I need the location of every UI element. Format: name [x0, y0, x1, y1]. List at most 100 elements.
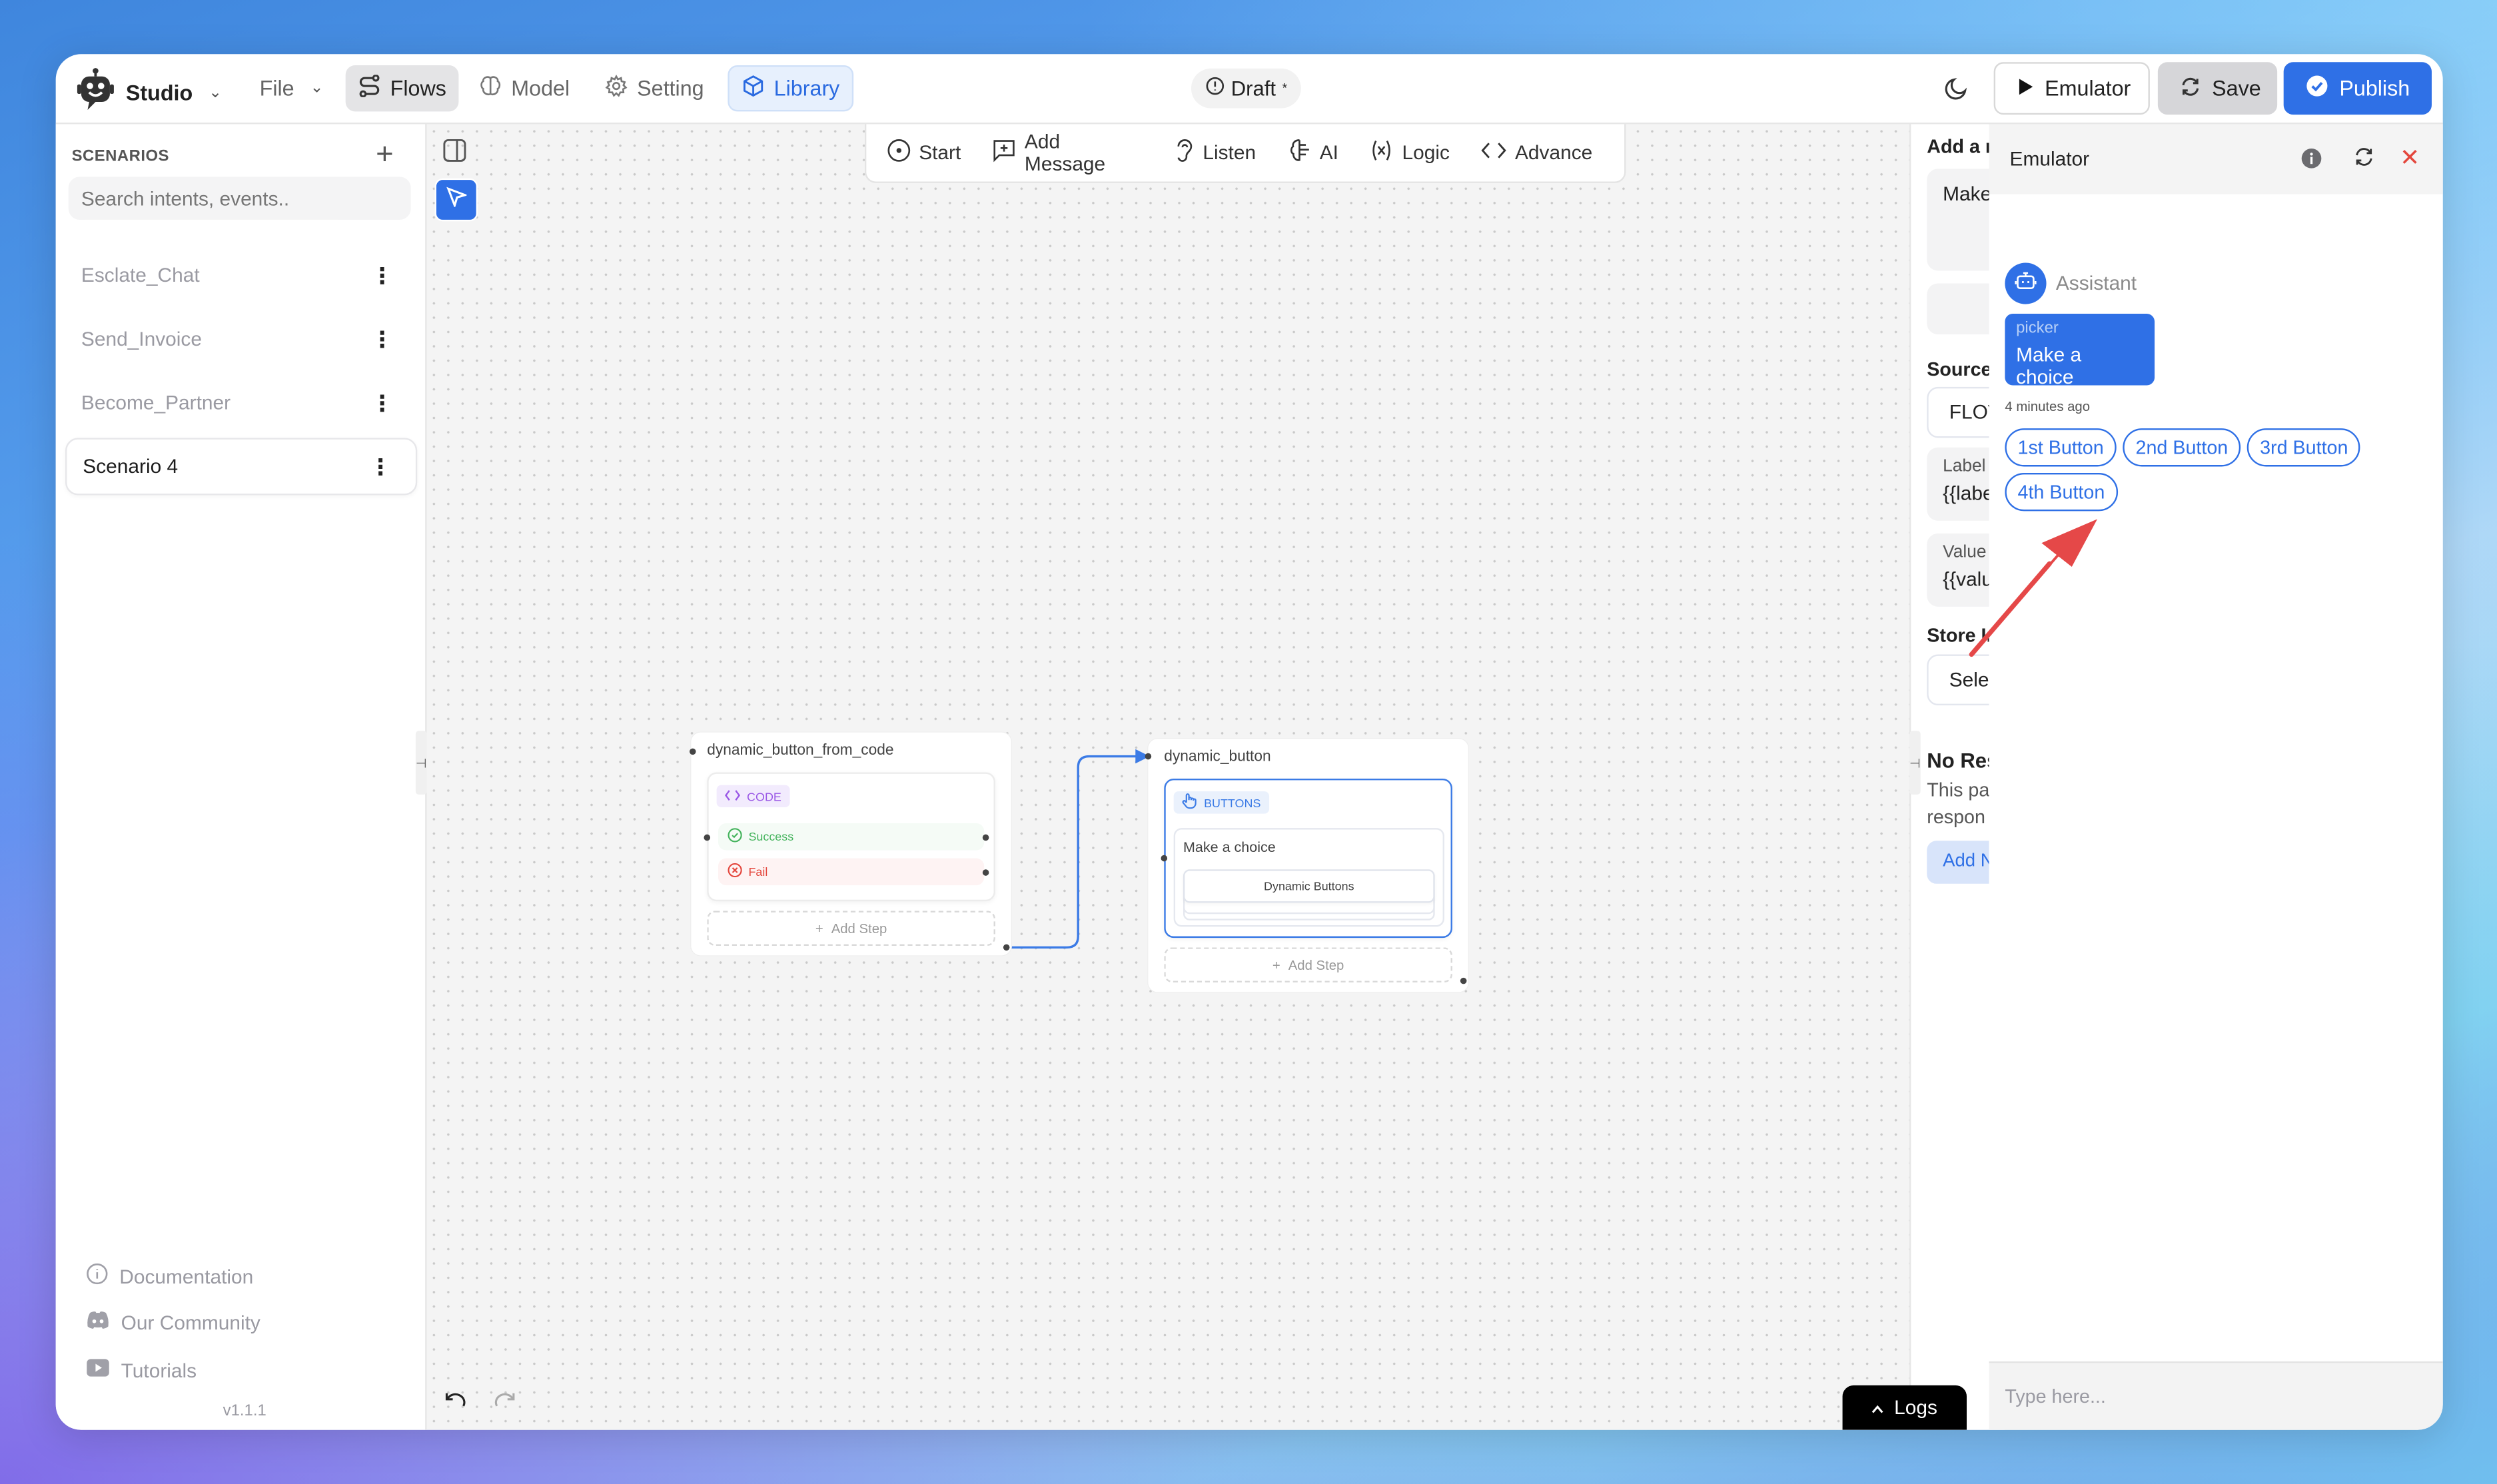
scenario-item-active[interactable]: Scenario 4 ⋮: [65, 438, 418, 496]
refresh-icon[interactable]: [2354, 147, 2374, 175]
scenario-item[interactable]: Esclate_Chat ⋮: [65, 247, 417, 304]
draft-label: Draft: [1231, 76, 1276, 101]
code-icon: [725, 789, 741, 804]
more-vertical-icon[interactable]: ⋮: [371, 328, 393, 350]
logs-toggle-button[interactable]: Logs: [1842, 1385, 1967, 1430]
chevron-down-icon: ⌄: [310, 79, 324, 97]
flow-node[interactable]: dynamic_button_from_code CODE Success Fa…: [689, 732, 1011, 956]
documentation-label: Documentation: [119, 1265, 254, 1288]
add-step-button[interactable]: + Add Step: [1164, 947, 1452, 983]
scenario-label: Become_Partner: [81, 392, 231, 414]
more-vertical-icon[interactable]: ⋮: [371, 264, 393, 286]
step-type-badge: BUTTONS: [1173, 791, 1269, 814]
node-output-port[interactable]: [1460, 977, 1467, 984]
add-scenario-icon[interactable]: +: [376, 139, 394, 174]
step-input-port[interactable]: [704, 834, 711, 841]
scenario-label: Scenario 4: [83, 455, 179, 478]
logs-label: Logs: [1894, 1396, 1937, 1419]
source-label: Source: [1927, 358, 1992, 381]
redo-icon[interactable]: [494, 1389, 516, 1417]
info-icon: [86, 1263, 108, 1290]
more-vertical-icon[interactable]: ⋮: [371, 392, 393, 414]
sidebar-resize-handle[interactable]: ⊣: [415, 731, 427, 795]
tutorials-label: Tutorials: [121, 1359, 197, 1381]
buttons-step[interactable]: BUTTONS Make a choice Dynamic Buttons: [1161, 779, 1452, 938]
choice-button[interactable]: 4th Button: [2005, 473, 2118, 512]
alert-circle-icon: [1205, 77, 1225, 101]
assistant-message-bubble: picker Make a choice: [2005, 313, 2155, 388]
dynamic-buttons-chip[interactable]: Dynamic Buttons: [1183, 869, 1435, 903]
flow-canvas[interactable]: Start Add Message Listen AI Logic Advanc…: [426, 124, 1909, 1430]
robot-icon: [2015, 268, 2037, 298]
fail-path: Fail: [718, 858, 985, 886]
add-step-button[interactable]: + Add Step: [707, 911, 995, 946]
nav-setting[interactable]: Setting: [592, 65, 717, 111]
success-path: Success: [718, 823, 985, 851]
label-field-label: Label: [1943, 457, 1986, 476]
scenario-item[interactable]: Become_Partner ⋮: [65, 374, 417, 432]
nav-flows[interactable]: Flows: [345, 65, 460, 112]
success-output-port[interactable]: [982, 834, 989, 841]
brand-menu[interactable]: Studio ⌄: [75, 67, 222, 119]
choice-button[interactable]: 3rd Button: [2247, 428, 2361, 467]
step-input-port[interactable]: [1161, 855, 1168, 862]
message-text: Make a choice: [1183, 839, 1276, 855]
draft-status-badge: Draft *: [1191, 68, 1302, 109]
emulator-button-label: Emulator: [2045, 76, 2131, 101]
dark-mode-toggle-icon[interactable]: [1945, 75, 1970, 108]
save-button-label: Save: [2212, 76, 2261, 101]
emulator-button[interactable]: Emulator: [1993, 62, 2150, 115]
scenarios-heading: SCENARIOS: [71, 148, 170, 166]
nav-library[interactable]: Library: [728, 65, 854, 112]
nav-setting-label: Setting: [637, 76, 704, 101]
save-button[interactable]: Save: [2157, 62, 2278, 115]
app-name: Studio: [125, 81, 193, 105]
file-label: File: [259, 76, 294, 101]
add-step-label: Add Step: [831, 920, 887, 936]
fail-output-port[interactable]: [982, 869, 989, 876]
node-input-port[interactable]: [1145, 753, 1152, 760]
chat-message-input[interactable]: [1989, 1361, 2443, 1430]
publish-button[interactable]: Publish: [2283, 62, 2432, 115]
community-link[interactable]: Our Community: [86, 1310, 260, 1334]
app-version: v1.1.1: [223, 1403, 266, 1421]
properties-resize-handle[interactable]: ⊣: [1909, 731, 1921, 795]
choice-button[interactable]: 2nd Button: [2123, 428, 2241, 467]
discord-icon: [86, 1310, 110, 1334]
assistant-avatar: [2005, 262, 2047, 304]
sender-name: Assistant: [2055, 272, 2137, 295]
undo-icon[interactable]: [444, 1389, 466, 1417]
code-step[interactable]: CODE Success Fail: [704, 772, 995, 902]
info-icon[interactable]: [2301, 148, 2322, 177]
message-box: Make a choice Dynamic Buttons: [1173, 828, 1445, 927]
success-label: Success: [748, 829, 794, 845]
add-no-response-label: Add N: [1943, 851, 1994, 871]
node-output-port[interactable]: [1003, 944, 1010, 951]
refresh-icon: [2180, 76, 2201, 101]
file-menu[interactable]: File ⌄: [247, 65, 336, 111]
no-response-desc: respon: [1927, 805, 1985, 829]
more-vertical-icon[interactable]: ⋮: [370, 456, 392, 478]
cube-icon: [742, 75, 764, 102]
emulator-header: Emulator ✕: [1989, 124, 2443, 194]
tutorials-link[interactable]: Tutorials: [86, 1358, 197, 1382]
fail-label: Fail: [748, 865, 768, 879]
node-input-port[interactable]: [689, 748, 696, 755]
emulator-title: Emulator: [2009, 148, 2090, 171]
flow-node[interactable]: dynamic_button BUTTONS Make a choice Dyn…: [1145, 739, 1468, 992]
plus-icon: +: [1272, 956, 1280, 973]
documentation-link[interactable]: Documentation: [86, 1263, 253, 1290]
robot-logo-icon: [75, 67, 116, 119]
choice-button[interactable]: 1st Button: [2005, 428, 2117, 467]
close-icon[interactable]: ✕: [2400, 143, 2420, 173]
scenario-item[interactable]: Send_Invoice ⋮: [65, 310, 417, 368]
gear-icon: [605, 75, 628, 102]
step-type-label: CODE: [747, 789, 781, 804]
scenario-search-input[interactable]: [68, 177, 411, 220]
flows-icon: [358, 74, 380, 102]
x-circle-icon: [728, 863, 742, 881]
scenario-label: Send_Invoice: [81, 328, 203, 350]
nav-model[interactable]: Model: [466, 65, 582, 111]
nav-flows-label: Flows: [390, 76, 446, 101]
annotation-arrow-icon: [1969, 519, 2098, 657]
